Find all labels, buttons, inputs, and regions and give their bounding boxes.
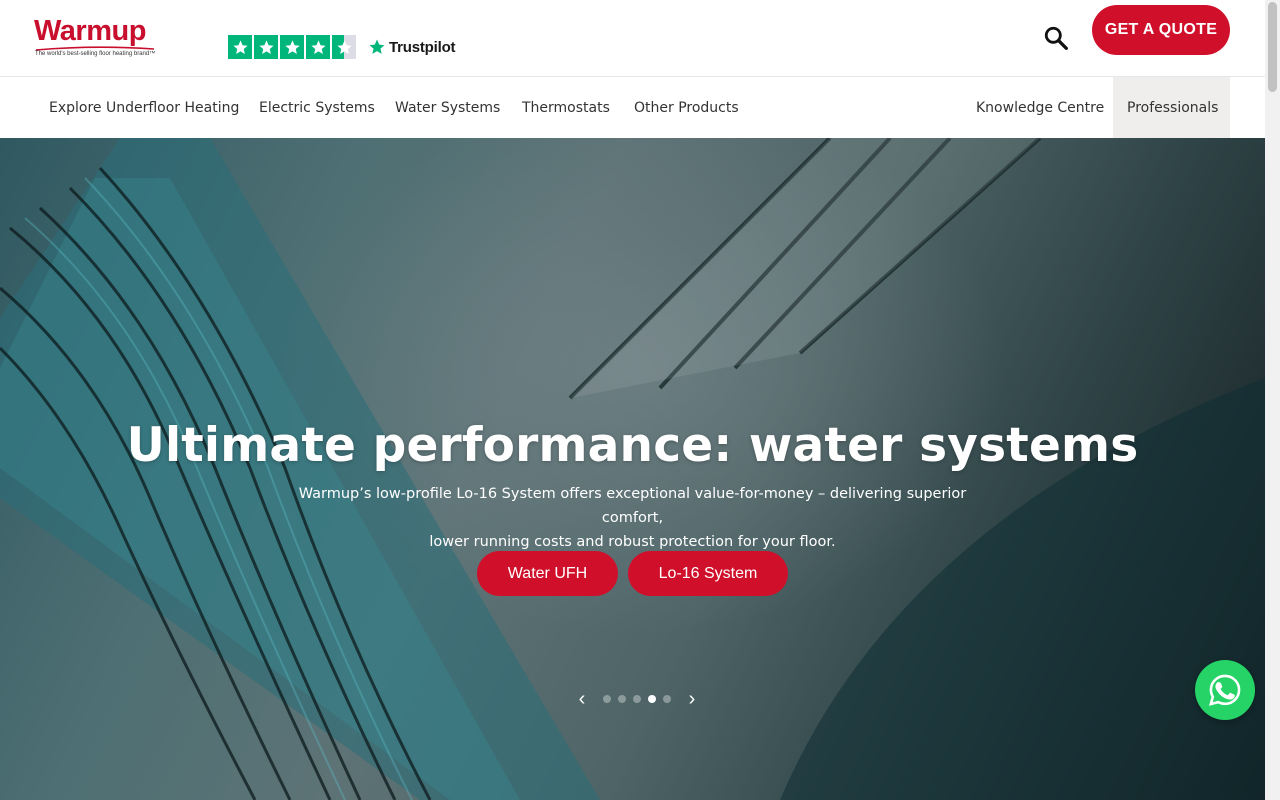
nav-electric-systems[interactable]: Electric Systems — [259, 77, 375, 138]
slider-dot[interactable] — [618, 695, 626, 703]
whatsapp-icon — [1208, 674, 1241, 706]
slider-next-arrow[interactable]: › — [683, 689, 701, 709]
warmup-logo[interactable]: Warmup The world's best-selling floor he… — [34, 16, 158, 60]
nav-professionals[interactable]: Professionals — [1113, 77, 1230, 138]
whatsapp-button[interactable] — [1195, 660, 1255, 720]
hero-subtitle-line-2: lower running costs and robust protectio… — [429, 534, 836, 550]
slider-dot[interactable] — [633, 695, 641, 703]
page-scrollbar[interactable] — [1265, 0, 1280, 800]
main-nav: Explore Underfloor Heating Electric Syst… — [0, 77, 1265, 138]
star-icon — [306, 35, 330, 59]
search-icon — [1044, 26, 1068, 50]
slider-controls: ‹ › — [573, 689, 701, 709]
hero-banner: Ultimate performance: water systems Warm… — [0, 138, 1265, 800]
logo-tagline: The world's best-selling floor heating b… — [35, 51, 156, 57]
nav-water-systems[interactable]: Water Systems — [395, 77, 500, 138]
trustpilot-widget[interactable]: Trustpilot — [228, 35, 456, 59]
star-icon — [280, 35, 304, 59]
hero-subtitle: Warmup’s low-profile Lo-16 System offers… — [270, 482, 995, 554]
trustpilot-star-icon — [369, 39, 385, 54]
half-star-icon — [332, 35, 356, 59]
trustpilot-stars — [228, 35, 356, 59]
slider-prev-arrow[interactable]: ‹ — [573, 689, 591, 709]
logo-wordmark: Warmup — [34, 15, 146, 47]
nav-knowledge-centre[interactable]: Knowledge Centre — [976, 77, 1104, 138]
nav-thermostats[interactable]: Thermostats — [522, 77, 610, 138]
hero-title: Ultimate performance: water systems — [126, 418, 1139, 473]
slider-dot[interactable] — [603, 695, 611, 703]
nav-explore-underfloor-heating[interactable]: Explore Underfloor Heating — [49, 77, 239, 138]
trustpilot-brand: Trustpilot — [368, 38, 456, 56]
slider-dot-active[interactable] — [648, 695, 656, 703]
star-icon — [228, 35, 252, 59]
slider-dot[interactable] — [663, 695, 671, 703]
scrollbar-thumb[interactable] — [1268, 2, 1277, 92]
nav-other-products[interactable]: Other Products — [634, 77, 739, 138]
get-a-quote-button[interactable]: GET A QUOTE — [1092, 5, 1230, 55]
trustpilot-label: Trustpilot — [389, 38, 456, 56]
search-button[interactable] — [1040, 22, 1072, 54]
water-ufh-button[interactable]: Water UFH — [477, 551, 618, 596]
site-header: Warmup The world's best-selling floor he… — [0, 0, 1265, 77]
lo-16-system-button[interactable]: Lo-16 System — [628, 551, 788, 596]
star-icon — [254, 35, 278, 59]
hero-subtitle-line-1: Warmup’s low-profile Lo-16 System offers… — [298, 486, 967, 526]
slider-dots — [603, 695, 671, 703]
